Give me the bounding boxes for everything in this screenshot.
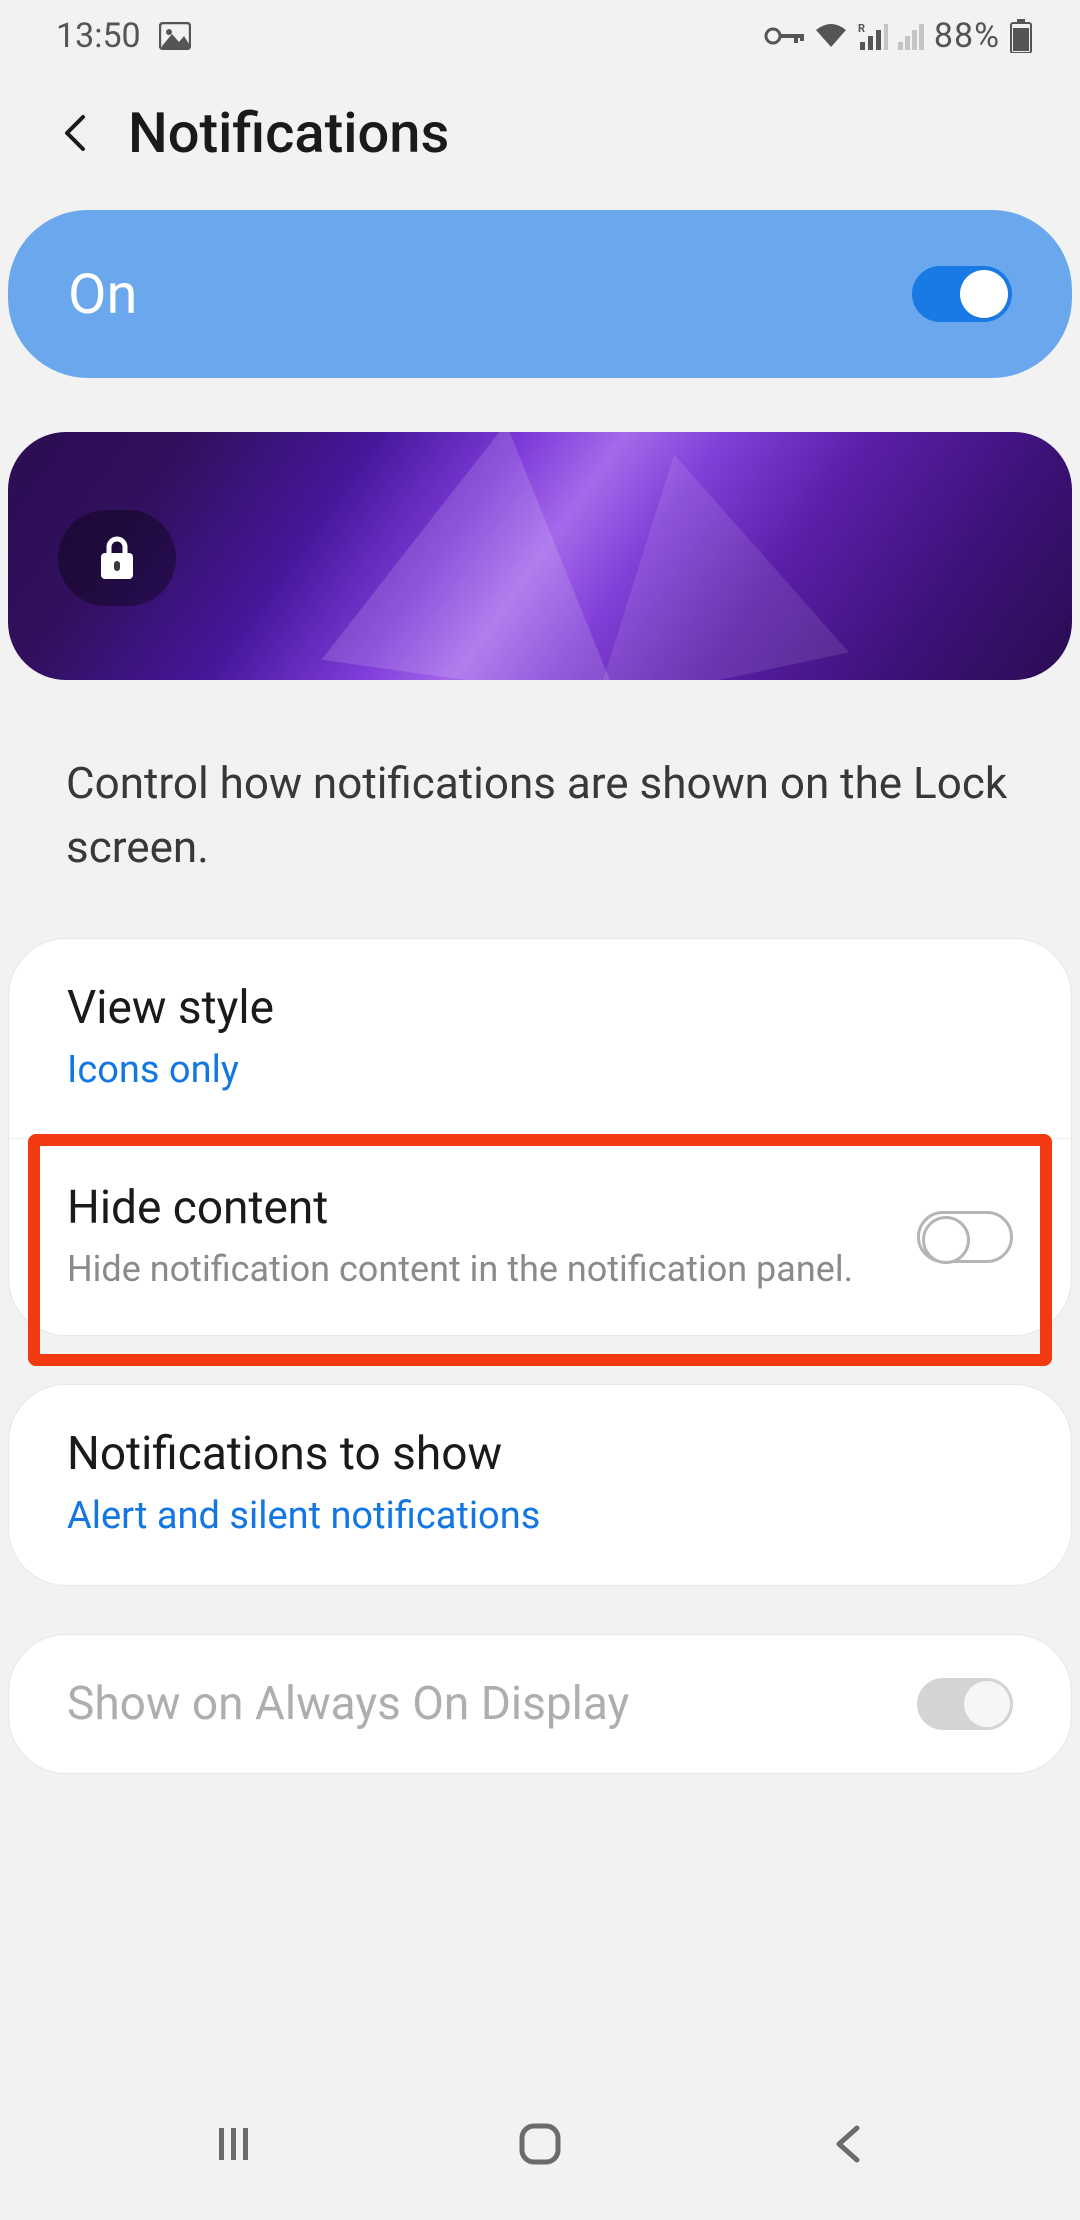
- view-style-title: View style: [67, 981, 1013, 1035]
- chevron-left-icon: [827, 2122, 867, 2166]
- status-bar: 13:50 R 88%: [0, 0, 1080, 72]
- notifications-to-show-row[interactable]: Notifications to show Alert and silent n…: [9, 1385, 1071, 1584]
- always-on-display-row: Show on Always On Display: [9, 1635, 1071, 1773]
- signal-secondary-icon: [898, 22, 924, 50]
- hide-content-title: Hide content: [67, 1181, 877, 1235]
- status-time: 13:50: [56, 16, 141, 56]
- hide-content-switch[interactable]: [917, 1211, 1013, 1263]
- home-icon: [516, 2120, 564, 2168]
- master-notifications-toggle-row[interactable]: On: [8, 210, 1072, 378]
- lock-icon-badge: [58, 510, 176, 606]
- system-nav-bar: [0, 2080, 1080, 2220]
- lockscreen-preview[interactable]: [8, 432, 1072, 680]
- battery-percentage: 88%: [934, 16, 1000, 56]
- image-icon: [159, 22, 191, 50]
- svg-text:R: R: [858, 22, 865, 35]
- vpn-key-icon: [764, 25, 804, 47]
- lock-icon: [97, 535, 137, 581]
- wifi-icon: [814, 23, 848, 49]
- recents-icon: [211, 2122, 255, 2166]
- master-toggle-label: On: [68, 261, 137, 327]
- recents-button[interactable]: [203, 2114, 263, 2174]
- view-style-value: Icons only: [67, 1045, 1013, 1096]
- lockscreen-settings-card: View style Icons only Hide content Hide …: [8, 938, 1072, 1337]
- hide-content-description: Hide notification content in the notific…: [67, 1245, 877, 1294]
- signal-roaming-icon: R: [858, 22, 888, 50]
- page-header: Notifications: [0, 72, 1080, 210]
- always-on-display-card: Show on Always On Display: [8, 1634, 1072, 1774]
- lockscreen-help-text: Control how notifications are shown on t…: [0, 680, 1080, 938]
- notifications-to-show-value: Alert and silent notifications: [67, 1491, 1013, 1542]
- always-on-display-switch: [917, 1678, 1013, 1730]
- master-toggle-switch[interactable]: [912, 266, 1012, 322]
- home-button[interactable]: [510, 2114, 570, 2174]
- battery-icon: [1010, 19, 1032, 53]
- notifications-filter-card: Notifications to show Alert and silent n…: [8, 1384, 1072, 1585]
- page-title: Notifications: [128, 100, 449, 166]
- view-style-row[interactable]: View style Icons only: [9, 939, 1071, 1138]
- hide-content-row[interactable]: Hide content Hide notification content i…: [9, 1138, 1071, 1336]
- always-on-display-title: Show on Always On Display: [67, 1677, 877, 1731]
- notifications-to-show-title: Notifications to show: [67, 1427, 1013, 1481]
- back-button[interactable]: [56, 113, 96, 153]
- nav-back-button[interactable]: [817, 2114, 877, 2174]
